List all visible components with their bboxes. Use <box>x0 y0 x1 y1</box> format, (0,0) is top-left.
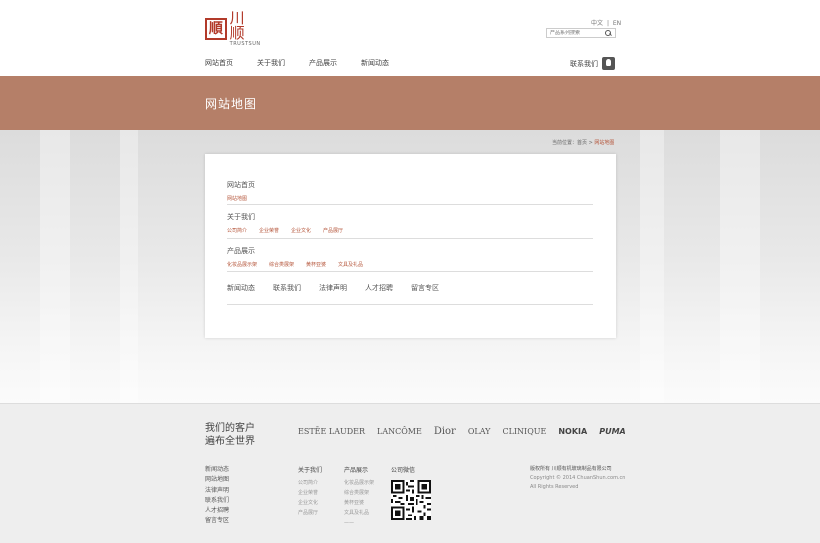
divider <box>227 271 593 272</box>
language-switch: 中文 | EN <box>590 18 622 27</box>
nav-item-about[interactable]: 关于我们 <box>257 58 285 68</box>
main-nav: 网站首页 关于我们 产品展示 新闻动态 <box>205 58 413 68</box>
site-footer: 我们的客户 遍布全世界 ESTĒE LAUDER LANCÔME Dior OL… <box>0 403 820 543</box>
footer-products-column: 产品展示 化妆品展示架 综合类展架 黄杯亚婆 文具及礼品 —— <box>344 465 374 528</box>
divider <box>227 238 593 239</box>
logo-name-cn: 川顺 <box>229 9 246 42</box>
nav-item-home[interactable]: 网站首页 <box>205 58 233 68</box>
page-title: 网站地图 <box>205 97 258 111</box>
section-title[interactable]: 产品展示 <box>227 246 593 256</box>
sitemap-section-products: 产品展示 化妆品展示架 综合类展架 黄杯亚婆 文具及礼品 <box>227 246 593 268</box>
footer-link[interactable]: 化妆品展示架 <box>344 478 374 488</box>
sitemap-section-home: 网站首页 网站地图 <box>227 180 593 202</box>
sitemap-link[interactable]: 企业文化 <box>291 227 311 234</box>
sitemap-link-news[interactable]: 新闻动态 <box>227 283 255 293</box>
brand-logo-dior: Dior <box>433 426 456 437</box>
footer-column-title[interactable]: 关于我们 <box>298 465 322 474</box>
sitemap-section-about: 关于我们 公司简介 企业荣誉 企业文化 产品展厅 <box>227 212 593 234</box>
sitemap-link-contact[interactable]: 联系我们 <box>273 283 301 293</box>
brand-logo-puma: PUMA <box>599 427 626 436</box>
contact-link[interactable]: 联系我们 <box>570 57 615 70</box>
lang-cn-link[interactable]: 中文 <box>591 20 603 27</box>
breadcrumb-home-link[interactable]: 首页 <box>577 140 587 146</box>
copyright-block: 版权所有 川顺有机玻璃制品有限公司 Copyright © 2014 Chuan… <box>530 466 626 490</box>
footer-link[interactable]: 新闻动态 <box>205 465 229 475</box>
site-logo[interactable]: 順 川顺 TRUSTSUN <box>205 11 261 47</box>
footer-link[interactable]: 法律声明 <box>205 486 229 496</box>
brand-logo-nokia: NOKIA <box>558 427 588 436</box>
footer-link: —— <box>344 520 354 526</box>
sitemap-panel: 网站首页 网站地图 关于我们 公司简介 企业荣誉 企业文化 产品展厅 产品展示 … <box>205 154 616 338</box>
footer-link[interactable]: 产品展厅 <box>298 508 322 518</box>
sitemap-link[interactable]: 化妆品展示架 <box>227 261 257 268</box>
site-header: 順 川顺 TRUSTSUN 中文 | EN 网站首页 关于我们 产品展示 新闻动… <box>0 0 820 76</box>
page-banner: 网站地图 <box>0 76 820 130</box>
footer-column-title[interactable]: 产品展示 <box>344 465 374 474</box>
brand-logo-olay: OLAY <box>467 427 491 436</box>
search-icon[interactable] <box>603 29 613 37</box>
nav-item-news[interactable]: 新闻动态 <box>361 58 389 68</box>
footer-main-links: 新闻动态 网站地图 法律声明 联系我们 人才招聘 留言专区 <box>205 465 229 527</box>
wechat-qr-code-icon <box>391 480 431 520</box>
logo-name-en: TRUSTSUN <box>229 41 261 47</box>
footer-link[interactable]: 文具及礼品 <box>344 508 374 518</box>
divider <box>227 304 593 305</box>
sitemap-link[interactable]: 公司简介 <box>227 227 247 234</box>
footer-link[interactable]: 黄杯亚婆 <box>344 498 374 508</box>
qq-icon[interactable] <box>602 57 615 70</box>
breadcrumb: 当前位置：首页 > 网站地图 <box>552 140 615 146</box>
divider <box>227 204 593 205</box>
footer-link[interactable]: 综合类展架 <box>344 488 374 498</box>
sitemap-link-guestbook[interactable]: 留言专区 <box>411 283 439 293</box>
client-brands: ESTĒE LAUDER LANCÔME Dior OLAY CLINIQUE … <box>298 426 638 437</box>
footer-link[interactable]: 企业荣誉 <box>298 488 322 498</box>
footer-link[interactable]: 企业文化 <box>298 498 322 508</box>
sitemap-link[interactable]: 黄杯亚婆 <box>306 261 326 268</box>
brand-logo-estee-lauder: ESTĒE LAUDER <box>298 427 365 436</box>
sitemap-section-others: 新闻动态 联系我们 法律声明 人才招聘 留言专区 <box>227 283 593 293</box>
footer-about-column: 关于我们 公司简介 企业荣誉 企业文化 产品展厅 <box>298 465 322 518</box>
search-box <box>546 28 616 38</box>
brand-logo-clinique: CLINIQUE <box>502 427 547 436</box>
nav-item-products[interactable]: 产品展示 <box>309 58 337 68</box>
lang-en-link[interactable]: EN <box>613 20 621 27</box>
footer-link[interactable]: 公司简介 <box>298 478 322 488</box>
search-input[interactable] <box>547 30 603 36</box>
sitemap-link[interactable]: 网站地图 <box>227 195 247 202</box>
contact-label: 联系我们 <box>570 59 598 68</box>
brand-logo-lancome: LANCÔME <box>377 427 422 436</box>
footer-wechat-column: 公司微信 <box>391 465 415 478</box>
sitemap-link[interactable]: 文具及礼品 <box>338 261 363 268</box>
footer-link[interactable]: 留言专区 <box>205 516 229 526</box>
sitemap-link-legal[interactable]: 法律声明 <box>319 283 347 293</box>
sitemap-link[interactable]: 综合类展架 <box>269 261 294 268</box>
lang-separator: | <box>606 20 609 27</box>
section-title[interactable]: 关于我们 <box>227 212 593 222</box>
footer-column-title: 公司微信 <box>391 467 416 474</box>
breadcrumb-current: 网站地图 <box>594 140 615 146</box>
footer-link[interactable]: 人才招聘 <box>205 506 229 516</box>
sitemap-link[interactable]: 企业荣誉 <box>259 227 279 234</box>
footer-link[interactable]: 网站地图 <box>205 475 229 485</box>
footer-link[interactable]: 联系我们 <box>205 496 229 506</box>
sitemap-link[interactable]: 产品展厅 <box>323 227 343 234</box>
logo-mark-icon: 順 <box>205 18 227 40</box>
section-title[interactable]: 网站首页 <box>227 180 593 190</box>
footer-slogan: 我们的客户 遍布全世界 <box>205 423 255 447</box>
sitemap-link-jobs[interactable]: 人才招聘 <box>365 283 393 293</box>
